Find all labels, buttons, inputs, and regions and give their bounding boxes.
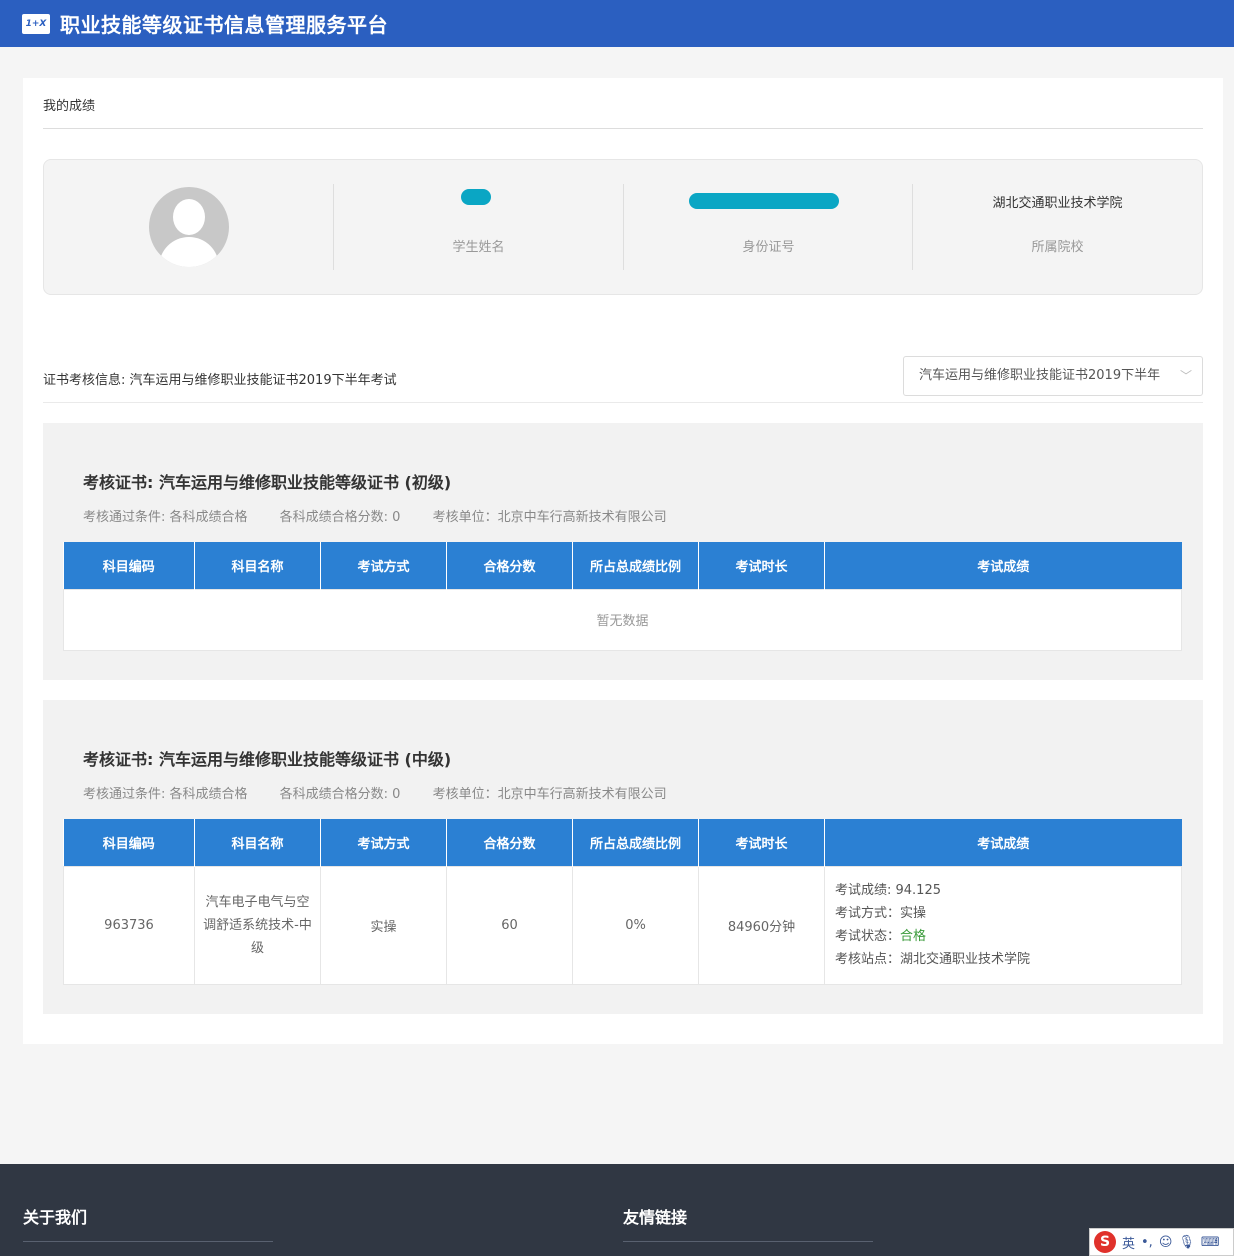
student-name-label: 学生姓名 xyxy=(452,240,505,255)
punctuation-icon[interactable]: •, xyxy=(1141,1235,1153,1250)
status-line: 考试状态：合格 xyxy=(835,925,1181,948)
status-label: 考试状态： xyxy=(835,929,901,944)
column-header: 科目名称 xyxy=(194,542,321,589)
divider xyxy=(43,402,1203,403)
column-header: 考试方式 xyxy=(320,819,447,866)
redacted-name xyxy=(461,189,491,205)
subject-code: 963736 xyxy=(63,865,195,985)
exam-method: 实操 xyxy=(320,865,447,985)
status-badge: 合格 xyxy=(900,929,927,944)
subject-table: 科目编码 科目名称 考试方式 合格分数 所占总成绩比例 考试时长 考试成绩 暂无… xyxy=(63,542,1182,651)
cert-block-primary: 考核证书: 汽车运用与维修职业技能等级证书 (初级) 考核通过条件: 各科成绩合… xyxy=(43,423,1203,680)
exam-select[interactable]: 汽车运用与维修职业技能证书2019下半年 ﹀ xyxy=(903,356,1203,396)
column-header: 科目编码 xyxy=(63,819,195,866)
column-header: 考试时长 xyxy=(698,819,825,866)
ime-toolbar[interactable]: S 英 •, ☺ 🎙 ⌨ xyxy=(1089,1228,1234,1256)
school-value: 湖北交通职业技术学院 xyxy=(992,196,1123,211)
exam-unit: 考核单位：北京中车行高新技术有限公司 xyxy=(432,787,667,802)
exam-duration: 84960分钟 xyxy=(698,865,825,985)
column-header: 合格分数 xyxy=(446,542,573,589)
site-line: 考核站点：湖北交通职业技术学院 xyxy=(835,952,1031,967)
cert-exam-info: 证书考核信息: 汽车运用与维修职业技能证书2019下半年考试 xyxy=(43,373,397,388)
student-profile: 学生姓名 身份证号 湖北交通职业技术学院 所属院校 xyxy=(43,159,1203,295)
footer: 关于我们 友情链接 xyxy=(0,1164,1234,1256)
footer-links-title: 友情链接 xyxy=(623,1208,688,1227)
profile-school-column: 湖北交通职业技术学院 所属院校 xyxy=(912,184,1202,270)
cert-conditions: 考核通过条件: 各科成绩合格 各科成绩合格分数: 0 考核单位：北京中车行高新技… xyxy=(83,783,695,802)
score-ratio: 0% xyxy=(572,865,699,985)
column-header: 考试时长 xyxy=(698,542,825,589)
redacted-id xyxy=(689,193,839,209)
column-header: 考试成绩 xyxy=(824,819,1182,866)
exam-select-value: 汽车运用与维修职业技能证书2019下半年 xyxy=(919,368,1161,383)
divider xyxy=(23,1241,273,1242)
pass-score-condition: 各科成绩合格分数: 0 xyxy=(279,510,401,525)
column-header: 考试方式 xyxy=(320,542,447,589)
score-line: 考试成绩: 94.125 xyxy=(835,883,941,898)
footer-about-title: 关于我们 xyxy=(23,1208,88,1227)
cert-title: 考核证书: 汽车运用与维修职业技能等级证书 (中级) xyxy=(83,750,452,769)
pass-score-condition: 各科成绩合格分数: 0 xyxy=(279,787,401,802)
exam-result: 考试成绩: 94.125 考试方式：实操 考试状态：合格 考核站点：湖北交通职业… xyxy=(824,865,1182,985)
divider xyxy=(43,128,1203,129)
pass-score: 60 xyxy=(446,865,573,985)
column-header: 考试成绩 xyxy=(824,542,1182,589)
method-line: 考试方式：实操 xyxy=(835,906,927,921)
table-row: 963736 汽车电子电气与空调舒适系统技术-中级 实操 60 0% 84960… xyxy=(63,865,1182,985)
main-card: 我的成绩 学生姓名 身份证号 湖北交通职业技术学院 所属院校 证书考核信息: 汽… xyxy=(23,78,1223,1044)
avatar xyxy=(149,187,229,267)
cert-block-intermediate: 考核证书: 汽车运用与维修职业技能等级证书 (中级) 考核通过条件: 各科成绩合… xyxy=(43,700,1203,1014)
profile-name-column: 学生姓名 xyxy=(333,184,623,270)
pass-condition: 考核通过条件: 各科成绩合格 xyxy=(83,787,248,802)
column-header: 科目名称 xyxy=(194,819,321,866)
top-header: 1+X 职业技能等级证书信息管理服务平台 xyxy=(0,0,1234,47)
ime-language[interactable]: 英 xyxy=(1122,1233,1135,1252)
id-number-label: 身份证号 xyxy=(742,240,795,255)
avatar-head xyxy=(173,199,205,235)
pass-condition: 考核通过条件: 各科成绩合格 xyxy=(83,510,248,525)
subject-name: 汽车电子电气与空调舒适系统技术-中级 xyxy=(194,865,321,985)
divider xyxy=(623,1241,873,1242)
keyboard-icon[interactable]: ⌨ xyxy=(1201,1235,1220,1250)
column-header: 合格分数 xyxy=(446,819,573,866)
cert-conditions: 考核通过条件: 各科成绩合格 各科成绩合格分数: 0 考核单位：北京中车行高新技… xyxy=(83,506,695,525)
column-header: 所占总成绩比例 xyxy=(572,819,699,866)
logo-icon: 1+X xyxy=(22,13,50,34)
emoji-icon[interactable]: ☺ xyxy=(1159,1235,1173,1250)
exam-unit: 考核单位：北京中车行高新技术有限公司 xyxy=(432,510,667,525)
microphone-icon[interactable]: 🎙 xyxy=(1178,1235,1195,1250)
avatar-body xyxy=(159,237,219,267)
subject-table: 科目编码 科目名称 考试方式 合格分数 所占总成绩比例 考试时长 考试成绩 96… xyxy=(63,819,1182,985)
ime-logo-icon: S xyxy=(1094,1231,1116,1253)
column-header: 科目编码 xyxy=(63,542,195,589)
app-title: 职业技能等级证书信息管理服务平台 xyxy=(60,13,388,37)
empty-state: 暂无数据 xyxy=(63,588,1182,651)
school-label: 所属院校 xyxy=(1031,240,1084,255)
profile-id-column: 身份证号 xyxy=(623,184,913,270)
page-title: 我的成绩 xyxy=(43,99,96,114)
cert-title: 考核证书: 汽车运用与维修职业技能等级证书 (初级) xyxy=(83,473,452,492)
column-header: 所占总成绩比例 xyxy=(572,542,699,589)
chevron-down-icon: ﹀ xyxy=(1179,369,1192,383)
